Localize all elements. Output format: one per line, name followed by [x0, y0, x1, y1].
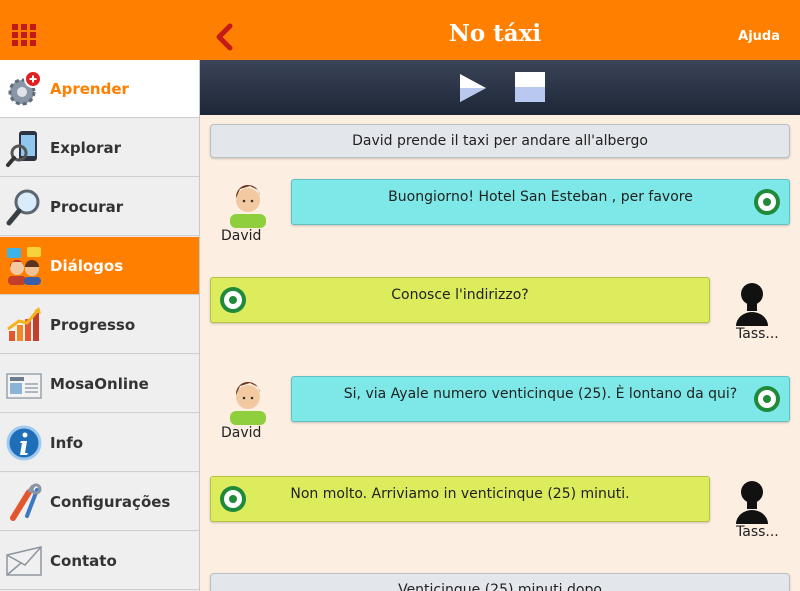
back-arrow-icon[interactable]	[210, 20, 240, 54]
dialog-line[interactable]: Non molto. Arriviamo in venticinque (25)…	[210, 476, 710, 522]
sidebar-item-info[interactable]: Info	[0, 414, 199, 472]
sidebar: Aprender Explorar Procurar Diálogos Prog…	[0, 60, 200, 591]
speaker-name: Tass...	[736, 326, 779, 342]
sidebar-item-aprender[interactable]: Aprender	[0, 60, 199, 118]
sidebar-item-dialogos[interactable]: Diálogos	[0, 237, 199, 295]
record-icon[interactable]	[753, 385, 781, 413]
sidebar-item-label: Progresso	[50, 316, 136, 334]
sidebar-item-label: Configurações	[50, 493, 171, 511]
sidebar-item-label: Info	[50, 434, 84, 452]
gear-plus-icon	[8, 70, 42, 106]
scene-description: Venticinque (25) minuti dopo	[210, 573, 790, 591]
envelope-icon	[6, 546, 42, 576]
news-icon	[6, 373, 42, 399]
dialog-line[interactable]: Si, via Ayale numero venticinque (25). È…	[291, 376, 790, 422]
grid-menu-icon[interactable]	[12, 24, 38, 48]
stop-icon[interactable]	[515, 72, 545, 102]
speaker-name: Tass...	[736, 524, 779, 540]
speaker-name: David	[221, 228, 262, 244]
taxi-driver-avatar	[736, 481, 768, 524]
sidebar-item-progresso[interactable]: Progresso	[0, 296, 199, 354]
info-icon	[6, 425, 42, 461]
david-avatar	[230, 381, 266, 425]
chart-progress-icon	[7, 307, 41, 341]
sidebar-item-label: MosaOnline	[50, 375, 149, 393]
sidebar-item-configuracoes[interactable]: Configurações	[0, 473, 199, 531]
magnifier-icon	[6, 189, 40, 226]
dialog-text: Conosce l'indirizzo?	[391, 287, 529, 303]
people-dialog-icon	[7, 247, 41, 285]
phone-magnifier-icon	[6, 131, 37, 167]
dialog-line[interactable]: Buongiorno! Hotel San Esteban , per favo…	[291, 179, 790, 225]
sidebar-item-label: Contato	[50, 552, 117, 570]
dialog-text: Si, via Ayale numero venticinque (25). È…	[343, 386, 738, 402]
record-icon[interactable]	[753, 188, 781, 216]
david-avatar	[230, 184, 266, 228]
sidebar-item-explorar[interactable]: Explorar	[0, 119, 199, 177]
sidebar-item-contato[interactable]: Contato	[0, 532, 199, 590]
play-icon[interactable]	[458, 73, 488, 103]
tools-icon	[10, 483, 42, 521]
taxi-driver-avatar	[736, 283, 768, 326]
page-title: No táxi	[448, 20, 542, 47]
dialog-text: Non molto. Arriviamo in venticinque (25)…	[290, 486, 630, 502]
sidebar-item-procurar[interactable]: Procurar	[0, 178, 199, 236]
record-icon[interactable]	[219, 485, 247, 513]
dialog-text: Buongiorno! Hotel San Esteban , per favo…	[388, 189, 693, 205]
speaker-name: David	[221, 425, 262, 441]
help-link[interactable]: Ajuda	[738, 29, 780, 44]
sidebar-item-label: Explorar	[50, 139, 122, 157]
record-icon[interactable]	[219, 286, 247, 314]
dialog-line[interactable]: Conosce l'indirizzo?	[210, 277, 710, 323]
scene-description: David prende il taxi per andare all'albe…	[210, 124, 790, 158]
top-bar: No táxi Ajuda	[0, 0, 800, 60]
sidebar-item-label: Procurar	[50, 198, 124, 216]
playback-bar	[200, 60, 800, 115]
sidebar-item-label: Aprender	[50, 80, 129, 98]
sidebar-item-label: Diálogos	[50, 257, 124, 275]
sidebar-item-mosaonline[interactable]: MosaOnline	[0, 355, 199, 413]
